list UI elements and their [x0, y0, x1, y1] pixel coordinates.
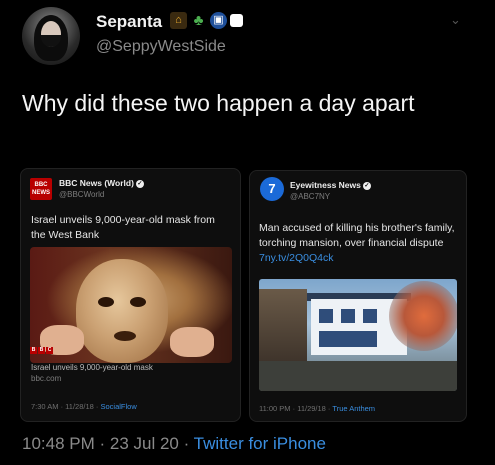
mask-right-eye — [130, 297, 146, 307]
tweet-text: Why did these two happen a day apart — [22, 90, 415, 116]
tweet-timestamp[interactable]: 10:48 PM · 23 Jul 20 · — [22, 434, 194, 453]
embedded-source-app[interactable]: SocialFlow — [101, 402, 137, 411]
link-card-title[interactable]: Israel unveils 9,000-year-old mask — [31, 363, 153, 372]
fire-smoke — [389, 281, 457, 351]
mask-photo[interactable] — [30, 247, 232, 363]
embedded-account-name-text: BBC News (World) — [59, 178, 134, 188]
embedded-account-handle: @BBCWorld — [59, 190, 105, 199]
embedded-timestamp-text: 7:30 AM · 11/28/18 · — [31, 402, 101, 411]
embedded-account-name: BBC News (World) ✓ — [59, 178, 144, 188]
trees-left — [259, 289, 307, 369]
embedded-account-handle: @ABC7NY — [290, 192, 331, 201]
embedded-account-name-text: Eyewitness News — [290, 180, 361, 190]
embedded-timestamp: 7:30 AM · 11/28/18 · SocialFlow — [31, 402, 137, 411]
mansion-photo[interactable] — [259, 279, 457, 391]
display-name[interactable]: Sepanta — [96, 12, 162, 32]
house-emoji-icon: ⌂ — [170, 12, 187, 29]
embedded-tweet-bbc[interactable]: BBC NEWS BBC News (World) ✓ @BBCWorld Isr… — [20, 168, 241, 422]
window — [319, 309, 333, 323]
embedded-tweet-text: Man accused of killing his brother's fam… — [259, 221, 459, 266]
embedded-source-app[interactable]: True Anthem — [332, 404, 375, 413]
link-card-domain[interactable]: bbc.com — [31, 374, 61, 383]
name-emojis: ⌂ ♣ ▣ — [170, 12, 243, 29]
embedded-tweet-link[interactable]: 7ny.tv/2Q0Q4ck — [259, 252, 334, 264]
window — [319, 331, 377, 347]
chevron-down-icon[interactable]: ⌄ — [450, 12, 464, 27]
embedded-tweet-abc7[interactable]: 7 Eyewitness News ✓ @ABC7NY Man accused o… — [249, 170, 467, 422]
ground — [259, 361, 457, 391]
verified-badge-icon: ✓ — [362, 181, 371, 190]
embedded-tweet-text: Israel unveils 9,000-year-old mask from … — [31, 214, 215, 241]
avatar[interactable] — [22, 7, 80, 65]
mask-mouth — [114, 331, 136, 341]
verified-badge-icon: ✓ — [135, 179, 144, 188]
tweet-source-app[interactable]: Twitter for iPhone — [194, 434, 326, 453]
abc7-logo-icon: 7 — [260, 177, 284, 201]
stone-mask-image — [76, 259, 168, 363]
window — [341, 309, 355, 323]
mask-left-eye — [98, 297, 114, 307]
embedded-tweet-body: Man accused of killing his brother's fam… — [259, 222, 455, 249]
bus-emoji-icon: ▣ — [210, 12, 227, 29]
bbc-news-logo-icon: BBC NEWS — [30, 178, 52, 200]
embedded-timestamp: 11:00 PM · 11/29/18 · True Anthem — [259, 404, 375, 413]
right-hand — [170, 327, 214, 357]
tweet-metadata: 10:48 PM · 23 Jul 20 · Twitter for iPhon… — [22, 434, 326, 454]
white-square-emoji-icon — [230, 14, 243, 27]
user-handle[interactable]: @SeppyWestSide — [96, 38, 226, 56]
embedded-timestamp-text: 11:00 PM · 11/29/18 · — [259, 404, 333, 413]
window — [363, 309, 377, 323]
embedded-account-name: Eyewitness News ✓ — [290, 180, 371, 190]
palm-tree-emoji-icon: ♣ — [193, 12, 204, 29]
bbc-news-small-logo-icon: BBC — [30, 347, 53, 354]
